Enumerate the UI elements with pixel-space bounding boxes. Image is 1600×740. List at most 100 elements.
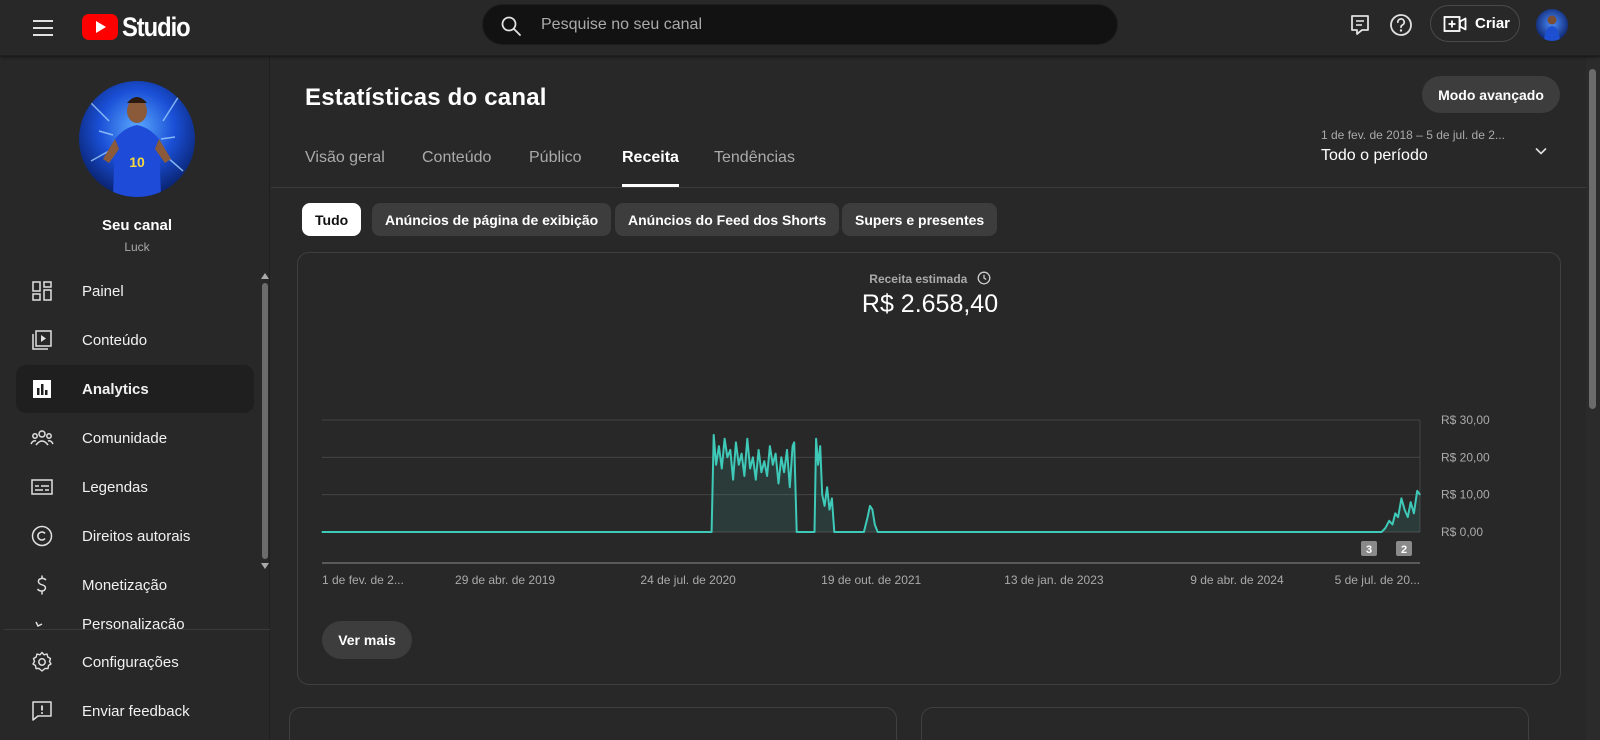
data-point (735, 441, 737, 443)
data-point (821, 494, 823, 496)
sidebar-item-painel[interactable]: Painel (16, 267, 254, 315)
chip-anuncios-pagina-exibicao[interactable]: Anúncios de página de exibição (372, 203, 612, 236)
data-point (1380, 531, 1383, 533)
data-point (826, 486, 828, 488)
data-point (721, 467, 723, 470)
top-bar: Studio Criar (0, 0, 1600, 56)
scroll-down-arrow[interactable] (261, 563, 269, 569)
dashboard-icon (32, 281, 52, 301)
subtitles-icon (31, 479, 53, 495)
main-content: Estatísticas do canal Modo avançado 1 de… (271, 57, 1586, 740)
bottom-card-right (921, 707, 1529, 740)
data-point (819, 445, 821, 447)
data-point (786, 449, 788, 451)
scroll-up-arrow[interactable] (261, 273, 269, 279)
page-scrollbar-thumb[interactable] (1589, 69, 1596, 409)
data-point (769, 445, 771, 447)
create-button[interactable]: Criar (1430, 5, 1520, 42)
data-point (835, 531, 837, 533)
data-point (755, 479, 757, 481)
data-point (1413, 512, 1415, 514)
data-point (772, 464, 774, 466)
sidebar-item-comunidade[interactable]: Comunidade (16, 414, 254, 462)
revenue-chart[interactable]: R$ 0,00 R$ 10,00 R$ 20,00 R$ 30,00 1 de fev.… (298, 253, 1560, 613)
x-tick-label: 13 de jan. de 2023 (1004, 573, 1104, 587)
data-point (1376, 531, 1378, 533)
sidebar-item-personalizacao[interactable]: Personalização (16, 610, 254, 629)
chip-supers-presentes[interactable]: Supers e presentes (842, 203, 998, 236)
data-point (813, 531, 816, 533)
see-more-button[interactable]: Ver mais (322, 621, 412, 659)
data-point (815, 438, 817, 440)
chevron-down-icon (1535, 147, 1547, 155)
help-icon[interactable] (1388, 12, 1414, 38)
x-tick-label: 19 de out. de 2021 (821, 573, 921, 587)
tab-visao-geral[interactable]: Visão geral (305, 149, 385, 187)
tab-tendencias[interactable]: Tendências (714, 149, 795, 187)
channel-avatar[interactable]: 10 (79, 81, 195, 197)
search-input[interactable] (541, 5, 1101, 44)
data-point (1384, 527, 1386, 529)
data-point (793, 441, 795, 443)
copyright-icon (31, 525, 53, 547)
advanced-mode-button[interactable]: Modo avançado (1422, 76, 1560, 113)
studio-logo[interactable]: Studio (82, 9, 199, 45)
data-point (831, 497, 833, 499)
menu-icon[interactable] (30, 14, 58, 42)
data-point (1394, 512, 1396, 514)
data-point (741, 453, 743, 455)
annotation-label: 2 (1401, 544, 1407, 556)
search-icon (501, 16, 521, 36)
chip-tudo[interactable]: Tudo (302, 203, 362, 236)
sidebar-divider (4, 629, 270, 630)
data-point (1388, 520, 1390, 522)
data-point (713, 434, 715, 436)
y-tick-label: R$ 30,00 (1441, 413, 1490, 427)
tab-publico[interactable]: Público (529, 149, 581, 187)
y-tick-label: R$ 0,00 (1441, 525, 1483, 539)
data-point (732, 479, 734, 481)
account-avatar[interactable] (1536, 9, 1568, 41)
data-point (877, 531, 879, 533)
sidebar-item-configuracoes[interactable]: Configurações (16, 638, 254, 686)
data-point (746, 438, 748, 440)
dollar-icon (36, 575, 47, 595)
sidebar-item-label: Comunidade (82, 429, 168, 447)
tab-conteudo[interactable]: Conteúdo (422, 149, 491, 187)
data-point (1419, 494, 1421, 496)
sidebar-item-analytics[interactable]: Analytics (16, 365, 254, 413)
data-point (1407, 516, 1409, 518)
sidebar-item-conteudo[interactable]: Conteúdo (16, 316, 254, 364)
data-point (752, 456, 754, 458)
sidebar-item-legendas[interactable]: Legendas (16, 463, 254, 511)
tab-receita[interactable]: Receita (622, 149, 679, 187)
data-point (726, 456, 728, 458)
sidebar-item-monetizacao[interactable]: Monetização (16, 561, 254, 609)
chip-anuncios-feed-shorts[interactable]: Anúncios do Feed dos Shorts (615, 203, 840, 236)
feedback-icon (32, 701, 52, 721)
sidebar-item-direitos-autorais[interactable]: Direitos autorais (16, 512, 254, 560)
period-label: Todo o período (1321, 147, 1428, 164)
data-point (871, 509, 874, 511)
sidebar-scrollbar[interactable] (262, 283, 268, 559)
y-tick-label: R$ 10,00 (1441, 488, 1490, 502)
logo-text: Studio (122, 11, 191, 42)
data-point (838, 531, 840, 533)
page-scrollbar[interactable] (1586, 57, 1600, 740)
tabs-divider (271, 187, 1586, 188)
bottom-card-left (289, 707, 897, 740)
sidebar-item-label: Direitos autorais (82, 527, 191, 545)
sidebar-item-label: Monetização (82, 576, 168, 594)
search-bar[interactable] (482, 4, 1118, 45)
sidebar-item-enviar-feedback[interactable]: Enviar feedback (16, 687, 254, 735)
data-point (1416, 490, 1418, 492)
sidebar-item-label: Analytics (82, 380, 149, 398)
date-range-picker[interactable]: 1 de fev. de 2018 – 5 de jul. de 2... To… (1321, 127, 1581, 175)
data-point (783, 471, 785, 473)
feedback-report-icon[interactable] (1347, 12, 1373, 38)
data-point (777, 482, 780, 485)
data-point (863, 531, 865, 533)
x-tick-label: 29 de abr. de 2019 (455, 573, 555, 587)
x-tick-label: 1 de fev. de 2... (322, 573, 404, 587)
data-point (1404, 509, 1406, 511)
